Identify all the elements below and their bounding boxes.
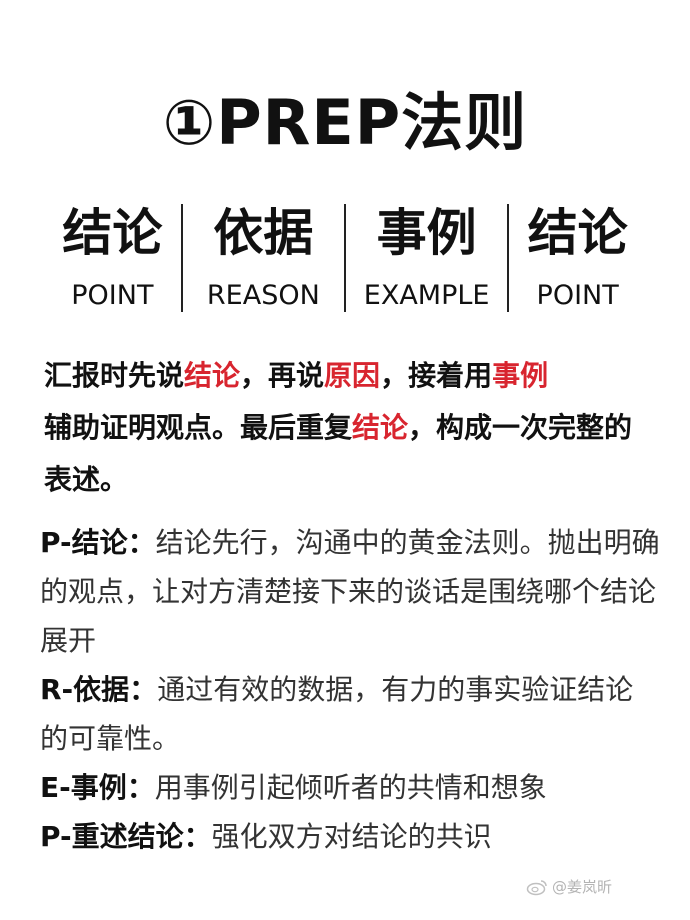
summary-text: 汇报时先说 [44, 359, 185, 392]
detail-text: 强化双方对结论的共识 [211, 820, 492, 853]
detail-key: R-依据： [40, 673, 158, 706]
summary-text: ，接着用 [380, 359, 493, 392]
column-point-restate: 结论 POINT [509, 196, 646, 320]
detail-item: P-结论：结论先行，沟通中的黄金法则。抛出明确的观点，让对方清楚接下来的谈话是围… [40, 518, 660, 665]
watermark-text: @姜岚昕 [552, 878, 613, 896]
summary-text: 辅助证明观点。最后重复 [44, 411, 353, 444]
column-point: 结论 POINT [44, 196, 181, 320]
highlight-point: 结论 [184, 359, 241, 392]
highlight-reason: 原因 [324, 359, 381, 392]
detail-item: R-依据：通过有效的数据，有力的事实验证结论的可靠性。 [40, 665, 660, 763]
column-example: 事例 EXAMPLE [346, 196, 507, 320]
column-reason: 依据 REASON [183, 196, 344, 320]
detail-text: 用事例引起倾听者的共情和想象 [154, 771, 547, 804]
watermark: @姜岚昕 [526, 876, 612, 897]
column-cn-label: 结论 [62, 204, 163, 262]
column-cn-label: 事例 [376, 204, 477, 262]
detail-key: P-结论： [40, 526, 156, 559]
column-en-label: POINT [71, 280, 154, 311]
column-en-label: EXAMPLE [363, 280, 490, 311]
highlight-example: 事例 [492, 359, 549, 392]
column-en-label: POINT [536, 280, 619, 311]
page-title: ①PREP法则 [162, 86, 528, 159]
prep-columns: 结论 POINT 依据 REASON 事例 EXAMPLE 结论 POINT [44, 196, 646, 320]
column-cn-label: 结论 [527, 204, 628, 262]
weibo-icon [526, 878, 548, 896]
detail-key: P-重述结论： [40, 820, 212, 853]
column-en-label: REASON [206, 280, 320, 311]
detail-item: E-事例：用事例引起倾听者的共情和想象 [40, 763, 660, 812]
details-list: P-结论：结论先行，沟通中的黄金法则。抛出明确的观点，让对方清楚接下来的谈话是围… [40, 518, 660, 861]
summary-text: ，再说 [240, 359, 325, 392]
summary-paragraph: 汇报时先说结论，再说原因，接着用事例 辅助证明观点。最后重复结论，构成一次完整的表… [44, 350, 654, 506]
column-cn-label: 依据 [213, 204, 314, 262]
detail-key: E-事例： [40, 771, 155, 804]
detail-item: P-重述结论：强化双方对结论的共识 [40, 812, 660, 861]
highlight-point-restate: 结论 [352, 411, 409, 444]
